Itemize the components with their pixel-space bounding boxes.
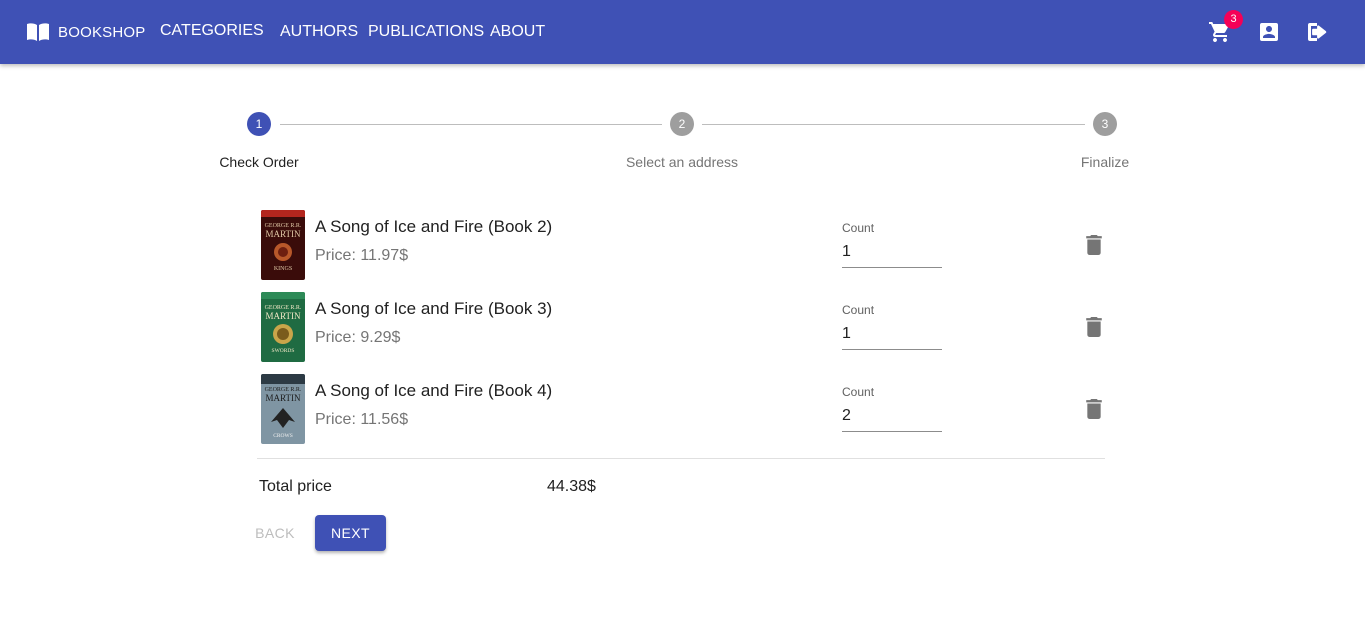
divider [257,458,1105,459]
book-cover: GEORGE R.R. MARTIN KINGS [261,210,305,280]
step-2-label: Select an address [625,154,739,170]
step-1-label: Check Order [219,154,299,170]
back-button[interactable]: BACK [247,515,303,551]
svg-text:CROWS: CROWS [273,433,293,439]
brand-label: BOOKSHOP [58,23,146,41]
cart-badge: 3 [1224,10,1243,29]
cart-item: GEORGE R.R. MARTIN SWORDS A Song of Ice … [257,292,1105,374]
cart-item: GEORGE R.R. MARTIN KINGS A Song of Ice a… [257,210,1105,292]
count-label: Count [842,221,875,235]
svg-text:MARTIN: MARTIN [266,229,301,239]
book-price: Price: 9.29$ [315,329,401,346]
book-cover: GEORGE R.R. MARTIN CROWS [261,374,305,444]
trash-icon [1086,235,1102,255]
svg-text:SWORDS: SWORDS [272,348,295,354]
cart-item: GEORGE R.R. MARTIN CROWS A Song of Ice a… [257,374,1105,456]
account-box-icon [1260,23,1278,41]
nav-categories[interactable]: CATEGORIES [160,22,264,40]
count-label: Count [842,303,875,317]
book-icon [27,23,49,41]
svg-text:KINGS: KINGS [274,266,292,272]
app-bar: BOOKSHOP CATEGORIES AUTHORS PUBLICATIONS… [0,0,1365,64]
nav-publications[interactable]: PUBLICATIONS [368,23,484,41]
delete-button[interactable] [1085,399,1103,419]
nav-about[interactable]: ABOUT [490,23,545,41]
total-value: 44.38$ [547,478,596,495]
account-button[interactable] [1257,20,1281,44]
book-title: A Song of Ice and Fire (Book 4) [315,381,553,400]
book-title: A Song of Ice and Fire (Book 3) [315,299,553,318]
delete-button[interactable] [1085,317,1103,337]
book-title: A Song of Ice and Fire (Book 2) [315,217,553,236]
count-label: Count [842,385,875,399]
logout-button[interactable] [1305,20,1329,44]
book-cover: GEORGE R.R. MARTIN SWORDS [261,292,305,362]
delete-button[interactable] [1085,235,1103,255]
step-connector-1 [280,124,662,125]
step-3-icon: 3 [1093,112,1117,136]
count-input[interactable] [842,236,942,268]
step-1-icon: 1 [247,112,271,136]
step-2-icon: 2 [670,112,694,136]
book-price: Price: 11.56$ [315,411,409,428]
nav-authors[interactable]: AUTHORS [280,23,358,41]
step-3-label: Finalize [1080,154,1130,170]
svg-text:MARTIN: MARTIN [266,393,301,403]
book-price: Price: 11.97$ [315,247,409,264]
trash-icon [1086,399,1102,419]
brand-link[interactable]: BOOKSHOP [26,20,145,44]
total-label: Total price [259,478,332,495]
count-input[interactable] [842,318,942,350]
logout-icon [1308,23,1327,41]
next-button[interactable]: NEXT [315,515,386,551]
trash-icon [1086,317,1102,337]
step-connector-2 [702,124,1085,125]
svg-text:MARTIN: MARTIN [266,311,301,321]
count-input[interactable] [842,400,942,432]
